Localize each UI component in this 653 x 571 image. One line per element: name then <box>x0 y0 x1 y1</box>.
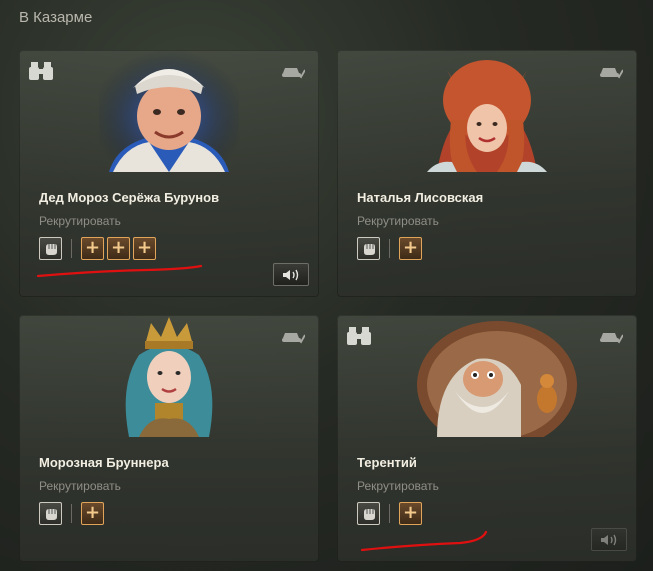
skill-slots: + <box>357 237 425 260</box>
recruit-link[interactable]: Рекрутировать <box>39 479 121 493</box>
crew-tank-icon <box>600 333 623 344</box>
commander-name: Морозная Бруннера <box>39 455 169 470</box>
commander-portrait <box>427 60 547 172</box>
speaker-icon <box>283 269 299 280</box>
voice-preview-button[interactable] <box>591 528 627 551</box>
recruit-link[interactable]: Рекрутировать <box>357 479 439 493</box>
commander-portrait <box>417 321 577 437</box>
recruit-link[interactable]: Рекрутировать <box>39 214 121 228</box>
skill-slot-add[interactable]: + <box>81 237 104 260</box>
skill-divider <box>389 239 390 258</box>
crew-card-natalya[interactable]: Наталья Лисовская Рекрутировать + <box>337 50 637 297</box>
skill-slot-add[interactable]: + <box>399 502 422 525</box>
crew-card-ded-moroz[interactable]: Дед Мороз Серёжа Бурунов Рекрутировать +… <box>19 50 319 297</box>
skill-slot-add[interactable]: + <box>81 502 104 525</box>
crew-card-terentiy[interactable]: Терентий Рекрутировать + <box>337 315 637 562</box>
commander-portrait <box>99 50 239 172</box>
recruit-link[interactable]: Рекрутировать <box>357 214 439 228</box>
fist-icon[interactable] <box>357 502 380 525</box>
voice-preview-button[interactable] <box>273 263 309 286</box>
skill-slot-add[interactable]: + <box>107 237 130 260</box>
skill-slots: + <box>357 502 425 525</box>
skill-slots: + + + <box>39 237 159 260</box>
barracks-section-title: В Казарме <box>19 9 93 26</box>
fist-icon[interactable] <box>357 237 380 260</box>
binoculars-icon <box>29 62 53 80</box>
commander-name: Наталья Лисовская <box>357 190 484 205</box>
skill-slot-add[interactable]: + <box>133 237 156 260</box>
skill-divider <box>71 239 72 258</box>
binoculars-icon <box>347 327 371 345</box>
crew-card-morozная-brunnera[interactable]: Морозная Бруннера Рекрутировать + <box>19 315 319 562</box>
crew-tank-icon <box>282 68 305 79</box>
fist-icon[interactable] <box>39 502 62 525</box>
commander-name: Дед Мороз Серёжа Бурунов <box>39 190 220 205</box>
commander-name: Терентий <box>357 455 417 470</box>
skill-slots: + <box>39 502 107 525</box>
crew-tank-icon <box>282 333 305 344</box>
crew-tank-icon <box>600 68 623 79</box>
speaker-icon <box>601 534 617 545</box>
fist-icon[interactable] <box>39 237 62 260</box>
commander-portrait <box>125 317 213 437</box>
skill-slot-add[interactable]: + <box>399 237 422 260</box>
skill-divider <box>71 504 72 523</box>
skill-divider <box>389 504 390 523</box>
